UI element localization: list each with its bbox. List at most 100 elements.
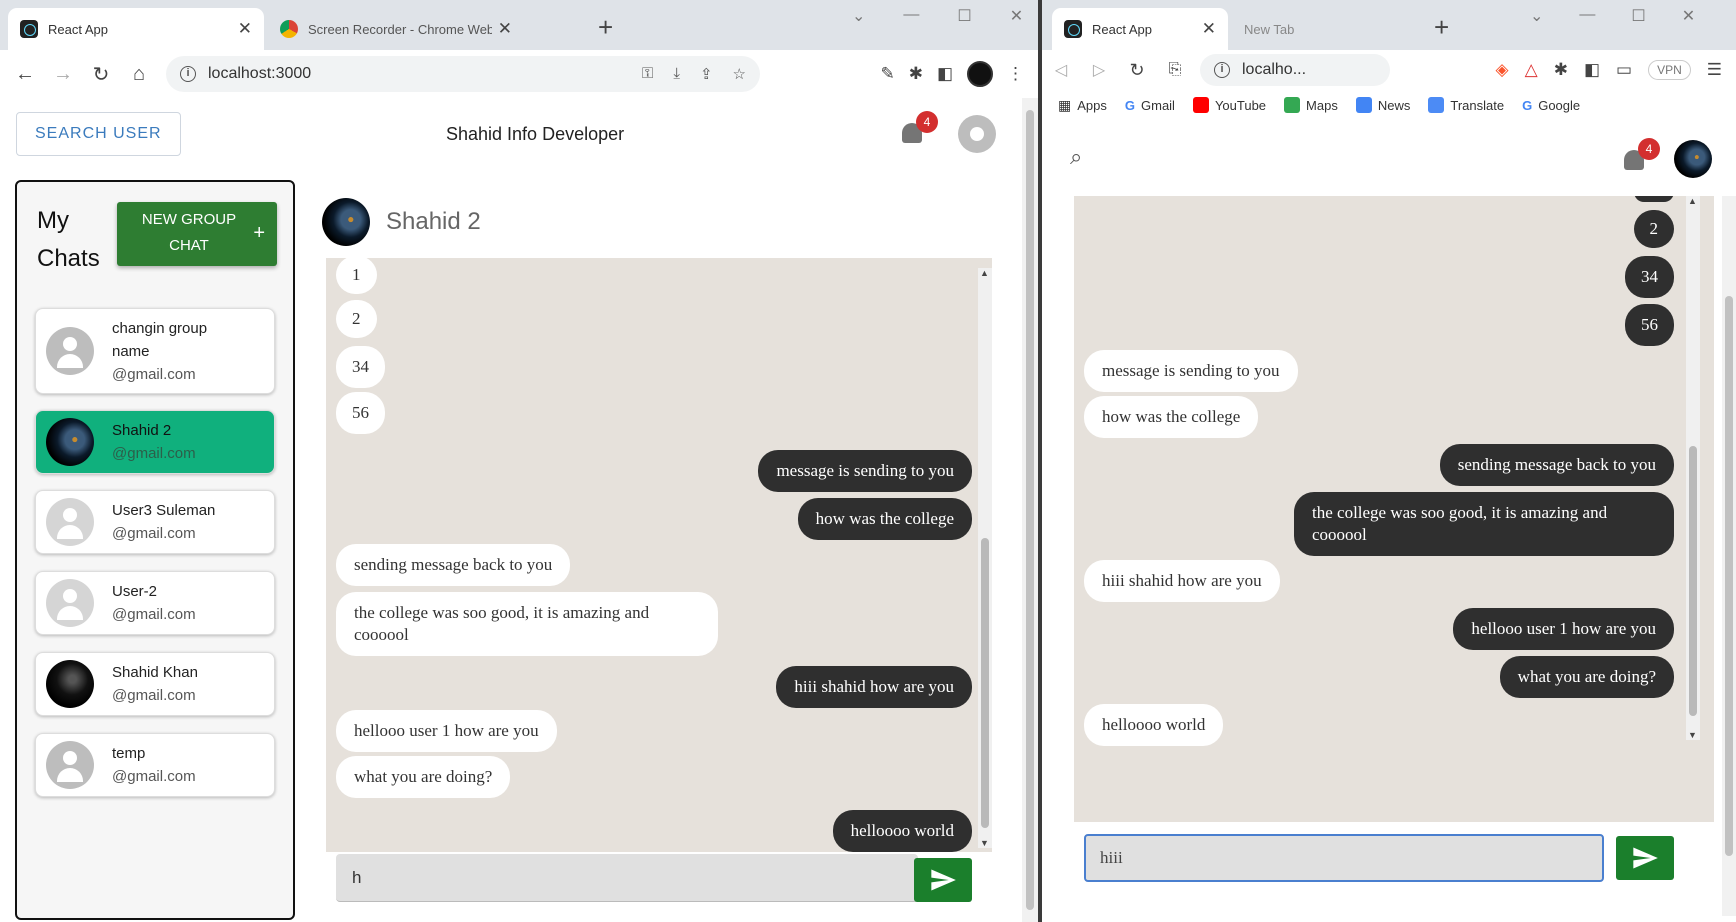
toolbar-icons: ✎ ✱ ◧ ⋮ [880,61,1038,87]
new-tab-icon[interactable]: + [598,12,613,43]
minimize-icon[interactable]: — [903,6,919,26]
bookmark-translate[interactable]: Translate [1428,97,1504,113]
chat-item[interactable]: User3 Suleman @gmail.com [35,490,275,554]
extensions-icon[interactable]: ✱ [909,64,923,84]
page-scrollbar[interactable] [1722,196,1736,916]
bell-icon[interactable]: 4 [1622,138,1660,174]
address-bar[interactable]: i localho... [1200,54,1390,86]
new-tab-icon[interactable]: + [1434,12,1449,43]
user-icon [46,327,94,375]
scroll-down-icon[interactable]: ▼ [1688,730,1697,740]
my-chats-panel: My Chats NEW GROUP CHAT + changin group n… [15,180,295,920]
bookmark-news[interactable]: News [1355,97,1410,113]
chat-item-selected[interactable]: Shahid 2 @gmail.com [35,410,275,474]
send-button[interactable] [1616,836,1674,880]
star-icon[interactable]: ☆ [733,65,746,83]
app-header: ⌕ 4 [1042,124,1736,196]
user-avatar[interactable] [958,115,996,153]
brand-title: Shahid Info Developer [446,123,625,144]
key-icon[interactable]: ⚿ [642,65,653,83]
rewards-icon[interactable]: △ [1525,60,1538,80]
chevron-down-icon[interactable]: ⌄ [852,6,865,26]
brave-icon[interactable]: ◈ [1496,60,1509,80]
close-window-icon[interactable]: ✕ [1010,6,1023,26]
close-icon[interactable]: ✕ [238,19,252,39]
notification-badge: 4 [916,111,938,133]
message-scrollbar[interactable]: ▲ ▼ [1686,196,1700,740]
tab-title: React App [1092,21,1152,37]
send-button[interactable] [914,858,972,902]
message-bubble: 34 [336,346,385,388]
new-group-chat-button[interactable]: NEW GROUP CHAT + [117,202,277,266]
bookmark-apps[interactable]: ▦ Apps [1058,97,1107,114]
message-bubble: 2 [1633,210,1674,248]
bell-icon[interactable]: 4 [900,111,938,147]
right-browser-window: React App ✕ New Tab + ⌄ — ☐ ✕ ◁ ▷ ↻ ⎘ i … [1042,0,1736,922]
chat-item[interactable]: User-2 @gmail.com [35,571,275,635]
left-browser-window: React App ✕ Screen Recorder - Chrome Web… [0,0,1038,922]
message-input[interactable]: hiii [1084,834,1604,882]
message-bubble: sending message back to you [1439,444,1674,486]
scroll-up-icon[interactable]: ▲ [980,268,989,278]
reload-icon[interactable]: ↻ [1118,60,1156,81]
message-bubble: what you are doing? [1499,656,1674,698]
info-icon[interactable]: i [180,66,196,82]
bookmarks-bar: ▦ Apps G Gmail YouTube Maps News Translate… [1042,90,1736,120]
chat-header: Shahid 2 [322,198,481,246]
forward-icon[interactable]: → [44,63,82,86]
home-icon[interactable]: ⌂ [120,63,158,86]
maximize-icon[interactable]: ☐ [957,6,971,26]
user-avatar[interactable] [1674,140,1712,178]
vpn-button[interactable]: VPN [1648,60,1691,80]
info-icon[interactable]: i [1214,62,1230,78]
page-scrollbar[interactable] [1022,98,1038,922]
search-user-button[interactable]: SEARCH USER [16,112,181,156]
close-icon[interactable]: ✕ [1202,19,1216,39]
message-bubble: 1 [336,258,377,294]
wallet-icon[interactable]: ▭ [1616,60,1632,80]
share-icon[interactable]: ⇪ [700,65,713,83]
address-bar[interactable]: i localhost:3000 ⚿ ⤓ ⇪ ☆ [166,56,760,92]
extensions-icon[interactable]: ✱ [1554,60,1568,80]
tab-react-app[interactable]: React App ✕ [8,8,264,50]
chevron-down-icon[interactable]: ⌄ [1530,6,1543,26]
tab-react-app[interactable]: React App ✕ [1052,8,1228,50]
message-bubble: 2 [336,300,377,338]
search-icon[interactable]: ⌕ [1070,144,1082,170]
pen-icon[interactable]: ✎ [880,64,894,84]
bookmark-icon[interactable]: ⎘ [1156,61,1194,79]
browser-toolbar: ◁ ▷ ↻ ⎘ i localho... ◈ △ ✱ ◧ ▭ VPN ☰ [1042,50,1736,90]
back-icon[interactable]: ← [6,63,44,86]
reload-icon[interactable]: ↻ [82,62,120,87]
bookmark-google[interactable]: G Google [1522,98,1580,113]
bookmark-youtube[interactable]: YouTube [1192,97,1266,113]
side-panel-icon[interactable]: ◧ [937,64,953,84]
tab-screen-recorder[interactable]: Screen Recorder - Chrome Web Sto ✕ [268,8,524,50]
maximize-icon[interactable]: ☐ [1631,6,1645,26]
tab-title: Screen Recorder - Chrome Web Sto [308,21,492,37]
tab-new-tab[interactable]: New Tab [1232,8,1408,50]
close-icon[interactable]: ✕ [498,19,512,39]
menu-icon[interactable]: ⋮ [1007,64,1024,84]
forward-icon[interactable]: ▷ [1080,60,1118,80]
message-input[interactable]: h [336,854,918,902]
message-bubble: 56 [336,392,385,434]
chat-item[interactable]: temp @gmail.com [35,733,275,797]
chat-item[interactable]: Shahid Khan @gmail.com [35,652,275,716]
bookmark-maps[interactable]: Maps [1284,97,1338,113]
bookmark-gmail[interactable]: G Gmail [1125,98,1175,113]
scroll-up-icon[interactable]: ▲ [1688,196,1697,206]
close-window-icon[interactable]: ✕ [1682,6,1695,26]
scroll-down-icon[interactable]: ▼ [980,838,989,848]
back-icon[interactable]: ◁ [1042,60,1080,80]
install-icon[interactable]: ⤓ [673,65,680,83]
tab-strip: React App ✕ New Tab + ⌄ — ☐ ✕ [1042,0,1736,50]
message-scrollbar[interactable]: ▲ ▼ [978,268,992,848]
avatar [322,198,370,246]
profile-avatar[interactable] [967,61,993,87]
chat-item[interactable]: changin group name @gmail.com [35,308,275,394]
message-bubble: hiii shahid how are you [1084,560,1280,602]
side-panel-icon[interactable]: ◧ [1584,60,1600,80]
menu-icon[interactable]: ☰ [1707,60,1722,80]
minimize-icon[interactable]: — [1579,6,1595,26]
